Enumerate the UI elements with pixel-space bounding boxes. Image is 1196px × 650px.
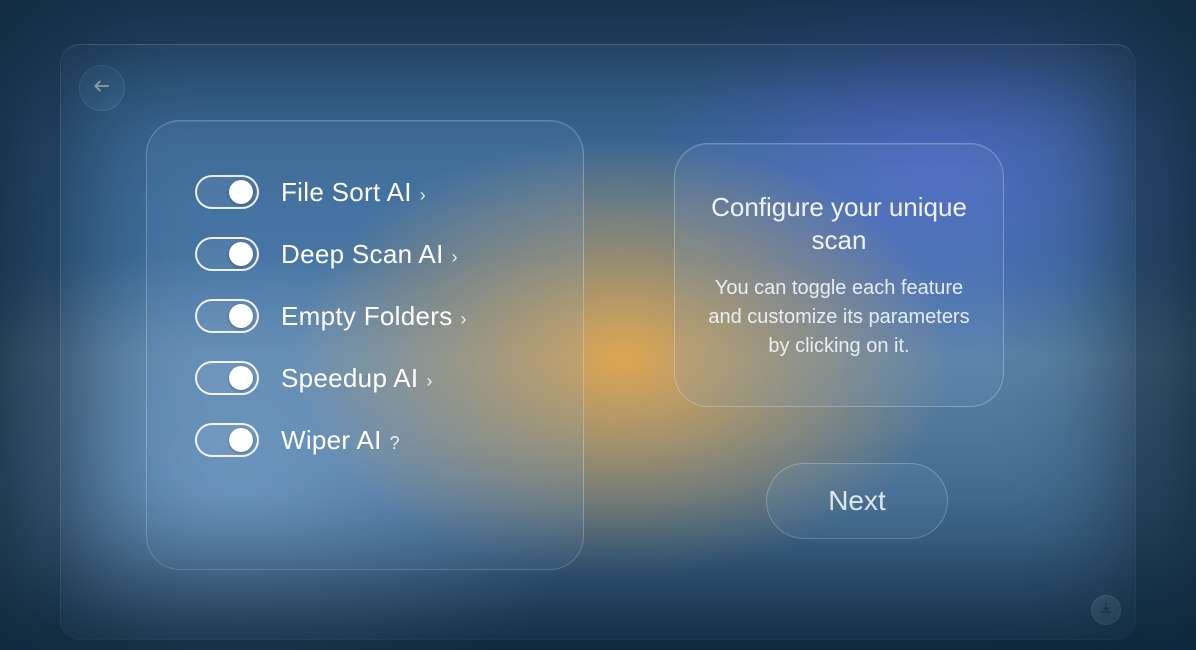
info-body: You can toggle each feature and customiz… <box>701 274 977 361</box>
toggle-wiper-ai[interactable] <box>195 423 259 457</box>
main-window: File Sort AI › Deep Scan AI › Empty Fold… <box>60 44 1136 640</box>
toggle-deep-scan-ai[interactable] <box>195 237 259 271</box>
chevron-right-icon: › <box>420 185 426 206</box>
toggle-speedup-ai[interactable] <box>195 361 259 395</box>
app-viewport: File Sort AI › Deep Scan AI › Empty Fold… <box>0 0 1196 650</box>
arrow-left-icon <box>92 76 112 101</box>
chevron-right-icon: › <box>452 247 458 268</box>
chevron-right-icon: › <box>426 371 432 392</box>
back-button[interactable] <box>79 65 125 111</box>
toggle-empty-folders[interactable] <box>195 299 259 333</box>
feature-label: Deep Scan AI › <box>281 239 458 270</box>
feature-label: File Sort AI › <box>281 177 426 208</box>
next-button[interactable]: Next <box>766 463 948 539</box>
feature-deep-scan-ai[interactable]: Deep Scan AI › <box>195 237 545 271</box>
feature-speedup-ai[interactable]: Speedup AI › <box>195 361 545 395</box>
feature-file-sort-ai[interactable]: File Sort AI › <box>195 175 545 209</box>
next-button-label: Next <box>828 485 886 517</box>
download-button[interactable] <box>1091 595 1121 625</box>
feature-label: Speedup AI › <box>281 363 433 394</box>
download-icon <box>1098 600 1114 621</box>
feature-label: Wiper AI ? <box>281 425 400 456</box>
feature-wiper-ai[interactable]: Wiper AI ? <box>195 423 545 457</box>
info-panel: Configure your unique scan You can toggl… <box>674 143 1004 407</box>
toggle-file-sort-ai[interactable] <box>195 175 259 209</box>
feature-empty-folders[interactable]: Empty Folders › <box>195 299 545 333</box>
feature-label: Empty Folders › <box>281 301 467 332</box>
help-icon: ? <box>390 433 400 454</box>
chevron-right-icon: › <box>461 309 467 330</box>
features-panel: File Sort AI › Deep Scan AI › Empty Fold… <box>146 120 584 570</box>
info-title: Configure your unique scan <box>701 191 977 256</box>
